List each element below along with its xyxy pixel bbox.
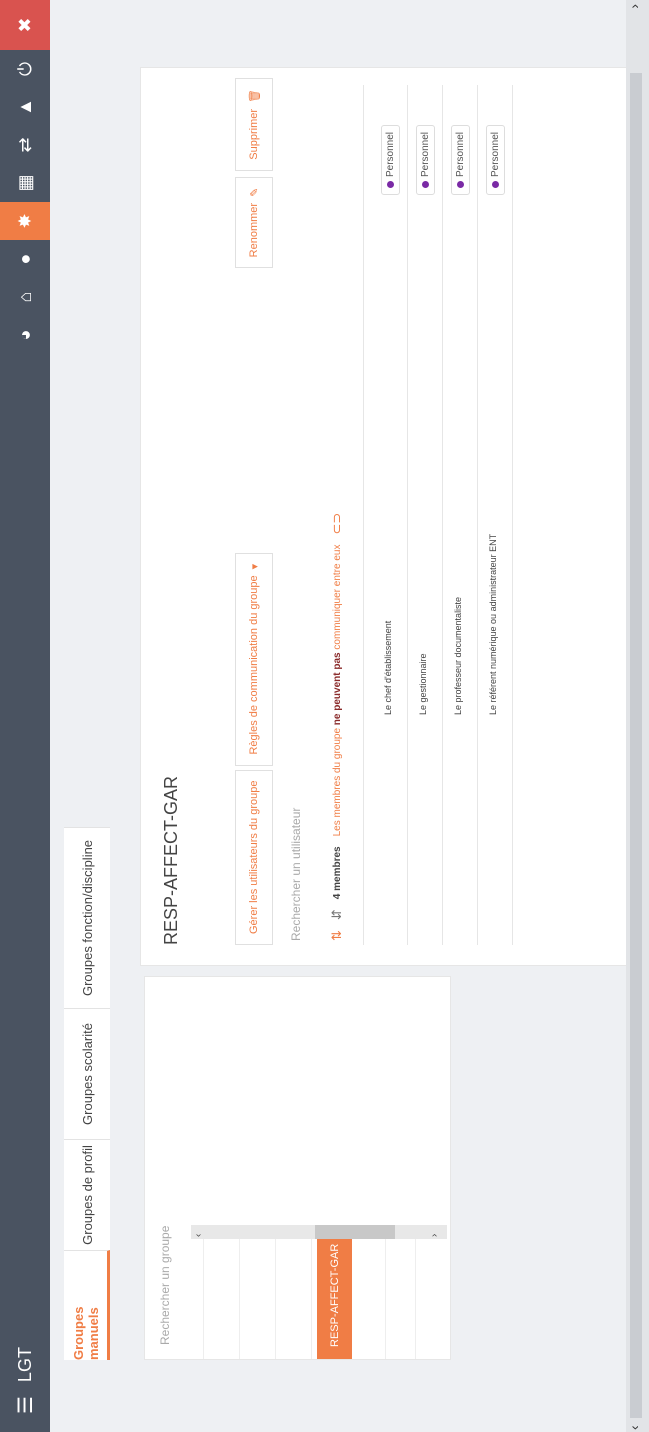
profile-label: Personnel: [490, 131, 501, 177]
scroll-left-icon[interactable]: ‹: [626, 1425, 646, 1430]
rename-button[interactable]: Renommer ✎: [235, 176, 273, 269]
manage-users-label: Gérer les utilisateurs du groupe: [248, 780, 260, 934]
pencil-icon: ✎: [248, 187, 261, 197]
sort-az-icon[interactable]: ⇅: [329, 930, 345, 941]
profile-dot-icon: [492, 181, 499, 188]
tab-groupes-manuels[interactable]: Groupes manuels: [64, 1250, 110, 1360]
profile-label: Personnel: [455, 131, 466, 177]
scrollbar-thumb[interactable]: [630, 73, 642, 1418]
communication-warning: Les membres du groupe ne peuvent pas com…: [332, 545, 343, 837]
house-user-icon[interactable]: ⌂: [0, 278, 50, 316]
profile-label: Personnel: [385, 131, 396, 177]
hamburger-icon[interactable]: ☰: [13, 1396, 38, 1414]
user-icon[interactable]: ●: [0, 240, 50, 278]
profile-badge: Personnel: [486, 124, 505, 195]
power-icon[interactable]: ⏻: [0, 50, 50, 88]
group-detail-panel: RESP-AFFECT-GAR Gérer les utilisateurs d…: [140, 67, 639, 966]
chevron-right-icon[interactable]: ›: [429, 1234, 440, 1237]
group-list-item[interactable]: RESP-AFFECT-GAR: [317, 1239, 352, 1359]
group-search-input[interactable]: Rechercher un groupe: [145, 1226, 185, 1345]
member-name: Le référent numérique ou administrateur …: [488, 533, 498, 715]
divider: [275, 1239, 276, 1359]
manage-users-button[interactable]: Gérer les utilisateurs du groupe: [235, 769, 273, 945]
tab-groupes-scolarite[interactable]: Groupes scolarité: [64, 1008, 110, 1139]
profile-badge: Personnel: [381, 124, 400, 195]
profile-badge: Personnel: [451, 124, 470, 195]
brand: ☰ LGT: [0, 1347, 50, 1414]
profile-badge: Personnel: [416, 124, 435, 195]
list-item[interactable]: Le référent numérique ou administrateur …: [478, 85, 513, 945]
profile-dot-icon: [422, 181, 429, 188]
profile-label: Personnel: [420, 131, 431, 177]
communication-rules-label: Règles de communication du groupe: [248, 575, 260, 755]
divider: [415, 1239, 416, 1359]
transfer-icon[interactable]: ⇄: [0, 126, 50, 164]
group-actions: Gérer les utilisateurs du groupe Règles …: [235, 552, 273, 945]
member-name: Le gestionnaire: [418, 653, 428, 715]
divider: [385, 1239, 386, 1359]
grid-icon[interactable]: ▦: [0, 164, 50, 202]
members-summary: ⇅ ⇵ 4 membres Les membres du groupe ne p…: [329, 513, 345, 941]
group-type-tabs: Groupes manuels Groupes de profil Groupe…: [64, 827, 110, 1360]
member-name: Le chef d'établissement: [383, 620, 393, 715]
communication-rules-button[interactable]: Règles de communication du groupe ▾: [235, 552, 273, 766]
group-title: RESP-AFFECT-GAR: [161, 775, 181, 945]
chevron-down-icon: ▾: [248, 563, 261, 570]
group-list-panel: Rechercher un groupe RESP-AFFECT-GAR ‹ ›: [144, 976, 451, 1360]
groups-icon[interactable]: ✸: [0, 202, 50, 240]
page-horizontal-scrollbar[interactable]: ‹ ›: [626, 0, 649, 1432]
topbar-icons: ◕ ⌂ ● ✸ ▦ ⇄ ▲ ⏻ ✖: [0, 0, 50, 354]
divider: [203, 1239, 204, 1359]
list-item[interactable]: Le gestionnaire Personnel: [408, 85, 443, 945]
profile-dot-icon: [387, 181, 394, 188]
sort-profile-icon[interactable]: ⇵: [329, 909, 345, 920]
profile-dot-icon: [457, 181, 464, 188]
delete-button[interactable]: Supprimer 🗑: [235, 78, 273, 171]
pie-chart-icon[interactable]: ◕: [0, 316, 50, 354]
warning-suffix: communiquer entre eux: [331, 544, 343, 650]
tab-groupes-profil[interactable]: Groupes de profil: [64, 1139, 110, 1250]
warning-icon[interactable]: ▲: [0, 88, 50, 126]
list-scrollbar[interactable]: ‹ ›: [191, 1225, 447, 1239]
members-count: 4 membres: [331, 846, 343, 900]
list-item[interactable]: Le chef d'établissement Personnel: [373, 85, 408, 945]
divider: [311, 1239, 312, 1359]
trash-icon: 🗑: [248, 89, 261, 103]
close-icon[interactable]: ✖: [0, 0, 50, 50]
school-name: LGT: [14, 1347, 35, 1383]
link-icon[interactable]: ⊂⊃: [329, 513, 345, 535]
tab-groupes-fonction[interactable]: Groupes fonction/discipline: [64, 827, 110, 1008]
members-list: Le chef d'établissement Personnel Le ges…: [373, 85, 513, 945]
scroll-right-icon[interactable]: ›: [626, 4, 646, 9]
divider: [363, 85, 364, 945]
list-item[interactable]: Le professeur documentaliste Personnel: [443, 85, 478, 945]
top-navigation-bar: ☰ LGT ◕ ⌂ ● ✸ ▦ ⇄ ▲ ⏻ ✖: [0, 0, 50, 1432]
warning-prefix: Les membres du groupe: [331, 727, 343, 837]
app-canvas: ☰ LGT ◕ ⌂ ● ✸ ▦ ⇄ ▲ ⏻ ✖ Groupes manuels …: [0, 0, 649, 1432]
group-edit-actions: Renommer ✎ Supprimer 🗑: [235, 78, 273, 269]
divider: [239, 1239, 240, 1359]
member-name: Le professeur documentaliste: [453, 596, 463, 715]
warning-bold: ne peuvent pas: [331, 652, 343, 726]
delete-label: Supprimer: [248, 108, 260, 160]
chevron-left-icon[interactable]: ‹: [193, 1234, 204, 1237]
rename-label: Renommer: [248, 202, 260, 258]
user-search-input[interactable]: Rechercher un utilisateur: [289, 808, 303, 941]
